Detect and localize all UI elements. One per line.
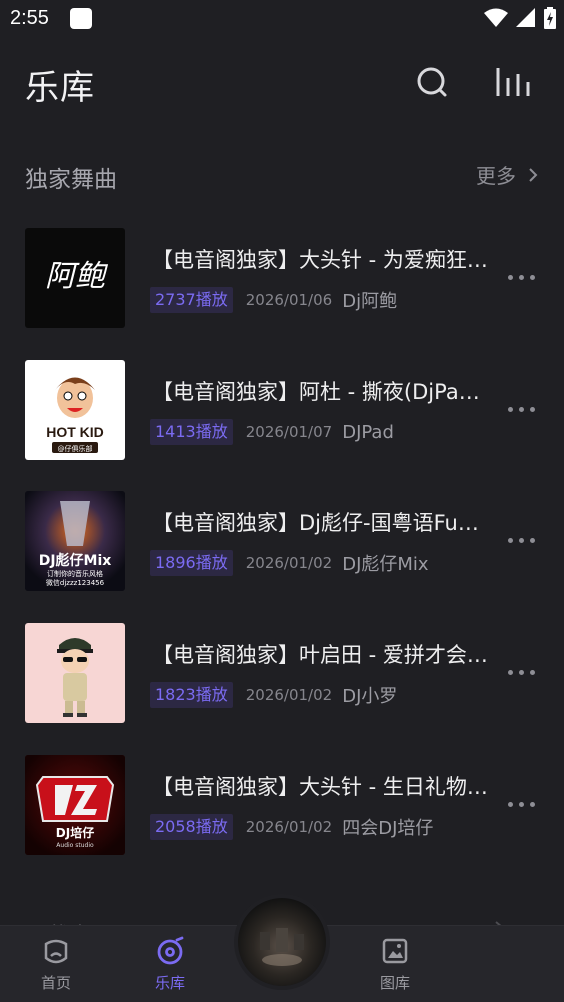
track-cover[interactable]: 阿鲍 — [25, 228, 125, 328]
nav-label-gallery: 图库 — [379, 974, 410, 992]
track-title: 【电音阁独家】阿杜 - 撕夜(DjPad… — [152, 380, 492, 404]
music-disc-icon — [157, 936, 184, 965]
track-date: 2026/01/02 — [245, 686, 333, 704]
page-title: 乐库 — [25, 68, 95, 108]
track-artist: DJPad — [342, 421, 394, 443]
chevron-right-icon — [529, 167, 538, 182]
image-icon — [382, 938, 408, 964]
play-count-badge: 1823播放 — [150, 682, 233, 708]
cover-art: 阿鲍 — [45, 259, 109, 294]
track-title: 【电音阁独家】大头针 - 生日礼物… — [152, 775, 488, 799]
more-options-icon[interactable] — [508, 663, 540, 681]
section-header: 独家舞曲 更多 — [0, 152, 564, 196]
play-count-badge: 2058播放 — [150, 814, 233, 840]
play-count-badge: 1896播放 — [150, 550, 233, 576]
nav-item-home[interactable]: 首页 — [16, 936, 96, 993]
track-artist: DJ小罗 — [342, 686, 398, 707]
cover-art: DJ彪仔Mix 订制你的音乐风格 微信djzzz123456 — [25, 491, 125, 591]
track-date: 2026/01/02 — [245, 554, 333, 572]
track-cover[interactable]: DJ培仔 Audio studio — [25, 755, 125, 855]
track-cover[interactable] — [25, 623, 125, 723]
cover-sublabel: @仔俱乐部 — [58, 444, 93, 453]
notification-app-icon — [70, 8, 92, 29]
status-time: 2:55 — [10, 7, 49, 29]
more-options-icon[interactable] — [508, 400, 540, 418]
track-artist: Dj阿鲍 — [342, 291, 398, 312]
more-options-icon[interactable] — [508, 268, 540, 286]
list-item[interactable]: HOT KID @仔俱乐部 【电音阁独家】阿杜 - 撕夜(DjPad… 1413… — [0, 360, 564, 462]
app-header: 乐库 — [0, 50, 564, 114]
more-options-icon[interactable] — [508, 795, 540, 813]
track-title: 【电音阁独家】Dj彪仔-国粤语Fun… — [152, 511, 492, 535]
list-item[interactable]: DJ彪仔Mix 订制你的音乐风格 微信djzzz123456 【电音阁独家】Dj… — [0, 491, 564, 593]
track-title: 【电音阁独家】叶启田 - 爱拼才会… — [152, 643, 488, 667]
section-title: 独家舞曲 — [25, 167, 117, 193]
track-title: 【电音阁独家】大头针 - 为爱痴狂… — [152, 248, 488, 272]
nav-item-gallery[interactable]: 图库 — [355, 936, 435, 993]
status-icons — [484, 7, 556, 29]
cover-sublabel: 订制你的音乐风格 — [47, 569, 103, 578]
wifi-icon — [484, 8, 508, 27]
battery-icon — [544, 7, 556, 29]
cover-label: DJ彪仔Mix — [39, 552, 112, 569]
track-date: 2026/01/02 — [245, 818, 333, 836]
cover-art: HOT KID @仔俱乐部 — [46, 377, 104, 453]
track-date: 2026/01/07 — [245, 423, 333, 441]
now-playing-cover — [238, 898, 326, 986]
list-item[interactable]: 阿鲍 【电音阁独家】大头针 - 为爱痴狂… 2737播放 2026/01/06 … — [0, 228, 564, 330]
cover-sublabel-2: 微信djzzz123456 — [46, 578, 105, 587]
track-artist: 四会DJ培仔 — [342, 818, 434, 839]
home-icon — [44, 939, 68, 964]
track-date: 2026/01/06 — [245, 291, 333, 309]
track-artist: DJ彪仔Mix — [342, 554, 429, 575]
now-playing-disc[interactable] — [238, 898, 326, 986]
track-meta: 2737播放 2026/01/06 Dj阿鲍 — [150, 287, 397, 313]
nav-item-library[interactable]: 乐库 — [130, 936, 210, 993]
list-item[interactable]: DJ培仔 Audio studio 【电音阁独家】大头针 - 生日礼物… 205… — [0, 755, 564, 857]
cover-art: DJ培仔 Audio studio — [25, 755, 125, 855]
nav-label-home: 首页 — [40, 974, 71, 992]
track-cover[interactable]: DJ彪仔Mix 订制你的音乐风格 微信djzzz123456 — [25, 491, 125, 591]
list-item[interactable]: 【电音阁独家】叶启田 - 爱拼才会… 1823播放 2026/01/02 DJ小… — [0, 623, 564, 725]
track-meta: 2058播放 2026/01/02 四会DJ培仔 — [150, 814, 433, 840]
cover-art — [57, 638, 93, 717]
search-icon[interactable] — [414, 64, 450, 100]
track-meta: 1896播放 2026/01/02 DJ彪仔Mix — [150, 550, 429, 576]
track-meta: 1823播放 2026/01/02 DJ小罗 — [150, 682, 397, 708]
more-label: 更多 — [476, 164, 516, 188]
play-count-badge: 2737播放 — [150, 287, 233, 313]
more-options-icon[interactable] — [508, 531, 540, 549]
cover-label: HOT KID — [46, 424, 104, 440]
signal-icon — [516, 8, 535, 27]
more-link[interactable]: 更多 — [476, 160, 538, 189]
track-meta: 1413播放 2026/01/07 DJPad — [150, 419, 394, 445]
equalizer-icon[interactable] — [494, 64, 534, 100]
cover-sublabel: Audio studio — [56, 842, 94, 849]
cover-label: 阿鲍 — [45, 259, 109, 294]
status-bar: 2:55 — [0, 0, 564, 38]
cover-label: DJ培仔 — [56, 825, 94, 840]
nav-label-library: 乐库 — [154, 974, 185, 992]
play-count-badge: 1413播放 — [150, 419, 233, 445]
track-cover[interactable]: HOT KID @仔俱乐部 — [25, 360, 125, 460]
